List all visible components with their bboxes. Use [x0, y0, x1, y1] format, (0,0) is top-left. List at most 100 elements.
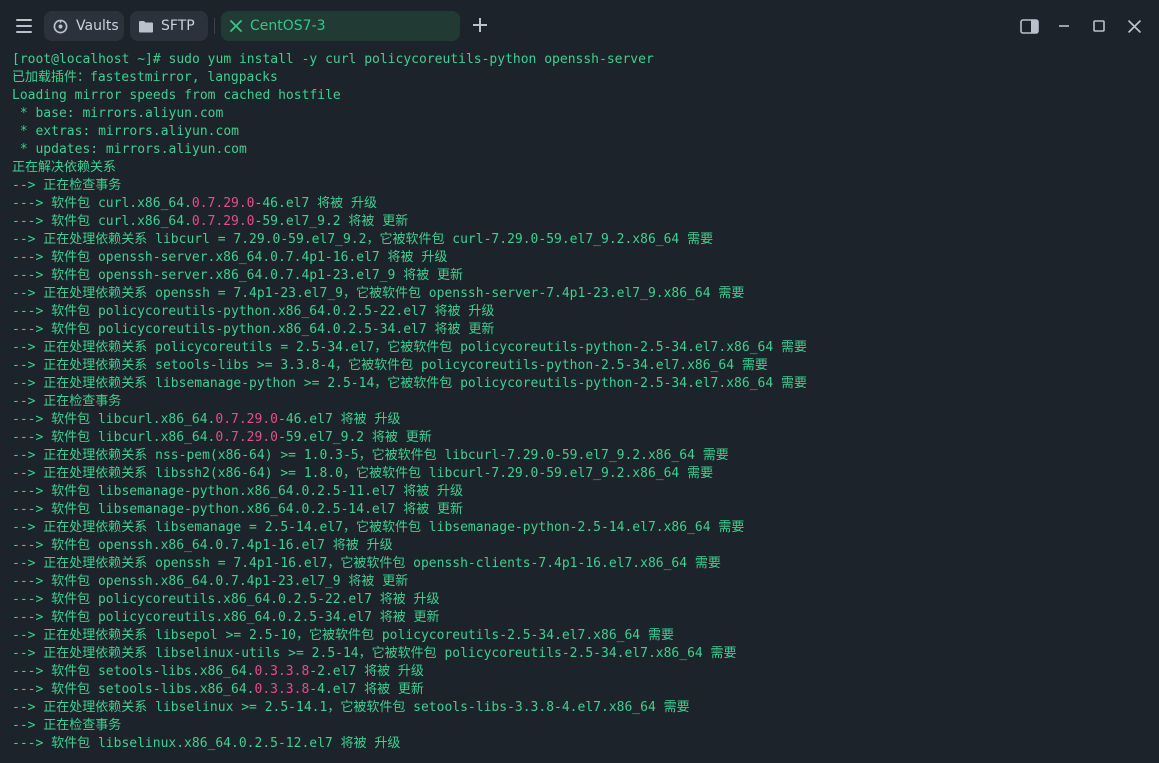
version-highlight: 0.7.29.0 [215, 412, 278, 427]
terminal-text: ---> 软件包 setools-libs.x86_64. [12, 664, 255, 679]
tab-centos7-3[interactable]: CentOS7-3 [221, 11, 460, 41]
terminal-line: ---> 软件包 openssh-server.x86_64.0.7.4p1-2… [12, 267, 1159, 285]
terminal-line: 已加载插件：fastestmirror, langpacks [12, 69, 1159, 87]
tab-divider [214, 18, 215, 34]
terminal-text: ---> 软件包 openssh-server.x86_64.0.7.4p1-2… [12, 268, 464, 283]
terminal-text: ---> 软件包 policycoreutils-python.x86_64.0… [12, 304, 495, 319]
terminal-text: Loading mirror speeds from cached hostfi… [12, 88, 341, 103]
terminal-line: ---> 软件包 libselinux.x86_64.0.2.5-12.el7 … [12, 735, 1159, 753]
split-view-icon[interactable] [1019, 16, 1039, 36]
terminal-text: --> 正在处理依赖关系 setools-libs >= 3.3.8-4，它被软… [12, 358, 768, 373]
tab-label: CentOS7-3 [250, 18, 326, 34]
terminal-text: ---> 软件包 openssh-server.x86_64.0.7.4p1-1… [12, 250, 448, 265]
terminal-text: ---> 软件包 setools-libs.x86_64. [12, 682, 255, 697]
minimize-icon[interactable] [1054, 16, 1074, 36]
terminal-text: --> 正在检查事务 [12, 394, 122, 409]
terminal-text: --> 正在处理依赖关系 openssh = 7.4p1-16.el7，它被软件… [12, 556, 721, 571]
terminal-text: ---> 软件包 policycoreutils.x86_64.0.2.5-34… [12, 610, 440, 625]
terminal-line: --> 正在处理依赖关系 libsepol >= 2.5-10，它被软件包 po… [12, 627, 1159, 645]
terminal-line: --> 正在处理依赖关系 libssh2(x86-64) >= 1.8.0，它被… [12, 465, 1159, 483]
terminal-line: --> 正在处理依赖关系 libsemanage = 2.5-14.el7，它被… [12, 519, 1159, 537]
terminal-text: * extras: mirrors.aliyun.com [12, 124, 239, 139]
terminal-text: --> 正在处理依赖关系 libsepol >= 2.5-10，它被软件包 po… [12, 628, 674, 643]
terminal-line: --> 正在处理依赖关系 libselinux >= 2.5-14.1，它被软件… [12, 699, 1159, 717]
terminal-line: --> 正在处理依赖关系 libselinux-utils >= 2.5-14，… [12, 645, 1159, 663]
terminal-line: ---> 软件包 policycoreutils.x86_64.0.2.5-34… [12, 609, 1159, 627]
terminal-text: --> 正在处理依赖关系 openssh = 7.4p1-23.el7_9，它被… [12, 286, 745, 301]
terminal-text: ---> 软件包 curl.x86_64. [12, 214, 192, 229]
terminal-text: -4.el7 将被 更新 [309, 682, 424, 697]
terminal-line: * extras: mirrors.aliyun.com [12, 123, 1159, 141]
tab-vaults[interactable]: Vaults [44, 11, 124, 41]
terminal-text: --> 正在处理依赖关系 policycoreutils = 2.5-34.el… [12, 340, 807, 355]
maximize-icon[interactable] [1089, 16, 1109, 36]
terminal-output[interactable]: [root@localhost ~]# sudo yum install -y … [12, 51, 1159, 763]
terminal-line: ---> 软件包 openssh-server.x86_64.0.7.4p1-1… [12, 249, 1159, 267]
terminal-line: --> 正在处理依赖关系 nss-pem(x86-64) >= 1.0.3-5，… [12, 447, 1159, 465]
terminal-text: --> 正在处理依赖关系 libselinux >= 2.5-14.1，它被软件… [12, 700, 690, 715]
terminal-text: -46.el7 将被 升级 [254, 196, 377, 211]
terminal-line: ---> 软件包 libcurl.x86_64.0.7.29.0-46.el7 … [12, 411, 1159, 429]
title-bar: Vaults SFTP CentOS7-3 [0, 0, 1159, 52]
hamburger-menu-icon[interactable] [14, 16, 34, 36]
terminal-text: ---> 软件包 libsemanage-python.x86_64.0.2.5… [12, 502, 464, 517]
terminal-line: --> 正在处理依赖关系 policycoreutils = 2.5-34.el… [12, 339, 1159, 357]
terminal-line: ---> 软件包 libsemanage-python.x86_64.0.2.5… [12, 501, 1159, 519]
tab-label: SFTP [161, 18, 195, 34]
close-window-icon[interactable] [1124, 16, 1144, 36]
terminal-text: ---> 软件包 policycoreutils-python.x86_64.0… [12, 322, 495, 337]
terminal-text: 正在解决依赖关系 [12, 160, 117, 175]
terminal-line: --> 正在处理依赖关系 libcurl = 7.29.0-59.el7_9.2… [12, 231, 1159, 249]
new-tab-plus-icon[interactable] [471, 16, 489, 34]
tab-label: Vaults [76, 18, 119, 34]
terminal-text: ---> 软件包 curl.x86_64. [12, 196, 192, 211]
terminal-text: --> 正在处理依赖关系 libsemanage = 2.5-14.el7，它被… [12, 520, 745, 535]
terminal-line: * updates: mirrors.aliyun.com [12, 141, 1159, 159]
terminal-line: ---> 软件包 openssh.x86_64.0.7.4p1-16.el7 将… [12, 537, 1159, 555]
version-highlight: 0.7.29.0 [215, 430, 278, 445]
terminal-text: --> 正在检查事务 [12, 718, 122, 733]
version-highlight: 0.3.3.8 [254, 682, 310, 697]
terminal-line: --> 正在处理依赖关系 openssh = 7.4p1-23.el7_9，它被… [12, 285, 1159, 303]
terminal-line: --> 正在检查事务 [12, 717, 1159, 735]
terminal-text: ---> 软件包 libcurl.x86_64. [12, 412, 216, 427]
terminal-line: * base: mirrors.aliyun.com [12, 105, 1159, 123]
terminal-line: ---> 软件包 policycoreutils.x86_64.0.2.5-22… [12, 591, 1159, 609]
terminal-text: ---> 软件包 openssh.x86_64.0.7.4p1-23.el7_9… [12, 574, 409, 589]
tab-sftp[interactable]: SFTP [130, 11, 208, 41]
terminal-line: ---> 软件包 openssh.x86_64.0.7.4p1-23.el7_9… [12, 573, 1159, 591]
terminal-line: --> 正在处理依赖关系 setools-libs >= 3.3.8-4，它被软… [12, 357, 1159, 375]
terminal-text: -2.el7 将被 升级 [309, 664, 424, 679]
close-icon[interactable] [230, 20, 242, 32]
terminal-line: ---> 软件包 libsemanage-python.x86_64.0.2.5… [12, 483, 1159, 501]
terminal-line: ---> 软件包 policycoreutils-python.x86_64.0… [12, 303, 1159, 321]
terminal-text: -59.el7_9.2 将被 更新 [278, 430, 432, 445]
terminal-line: ---> 软件包 libcurl.x86_64.0.7.29.0-59.el7_… [12, 429, 1159, 447]
terminal-text: --> 正在处理依赖关系 libssh2(x86-64) >= 1.8.0，它被… [12, 466, 714, 481]
terminal-text: * updates: mirrors.aliyun.com [12, 142, 247, 157]
terminal-line: ---> 软件包 curl.x86_64.0.7.29.0-59.el7_9.2… [12, 213, 1159, 231]
terminal-text: ---> 软件包 openssh.x86_64.0.7.4p1-16.el7 将… [12, 538, 393, 553]
folder-icon [139, 20, 153, 33]
terminal-text: ---> 软件包 libsemanage-python.x86_64.0.2.5… [12, 484, 464, 499]
terminal-text: --> 正在处理依赖关系 nss-pem(x86-64) >= 1.0.3-5，… [12, 448, 729, 463]
terminal-text: --> 正在处理依赖关系 libcurl = 7.29.0-59.el7_9.2… [12, 232, 714, 247]
terminal-text: ---> 软件包 policycoreutils.x86_64.0.2.5-22… [12, 592, 440, 607]
terminal-line: ---> 软件包 setools-libs.x86_64.0.3.3.8-4.e… [12, 681, 1159, 699]
terminal-text: * base: mirrors.aliyun.com [12, 106, 224, 121]
terminal-text: -59.el7_9.2 将被 更新 [254, 214, 409, 229]
terminal-text: --> 正在检查事务 [12, 178, 122, 193]
terminal-text: ---> 软件包 libselinux.x86_64.0.2.5-12.el7 … [12, 736, 401, 751]
version-highlight: 0.7.29.0 [191, 196, 255, 211]
terminal-line: 正在解决依赖关系 [12, 159, 1159, 177]
version-highlight: 0.3.3.8 [254, 664, 310, 679]
version-highlight: 0.7.29.0 [191, 214, 255, 229]
terminal-text: 已加载插件：fastestmirror, langpacks [12, 70, 278, 85]
terminal-text: -46.el7 将被 升级 [278, 412, 401, 427]
terminal-line: ---> 软件包 setools-libs.x86_64.0.3.3.8-2.e… [12, 663, 1159, 681]
terminal-text: --> 正在处理依赖关系 libsemanage-python >= 2.5-1… [12, 376, 807, 391]
terminal-line: --> 正在处理依赖关系 libsemanage-python >= 2.5-1… [12, 375, 1159, 393]
terminal-line: ---> 软件包 curl.x86_64.0.7.29.0-46.el7 将被 … [12, 195, 1159, 213]
vault-icon [53, 19, 68, 34]
terminal-line: --> 正在检查事务 [12, 393, 1159, 411]
